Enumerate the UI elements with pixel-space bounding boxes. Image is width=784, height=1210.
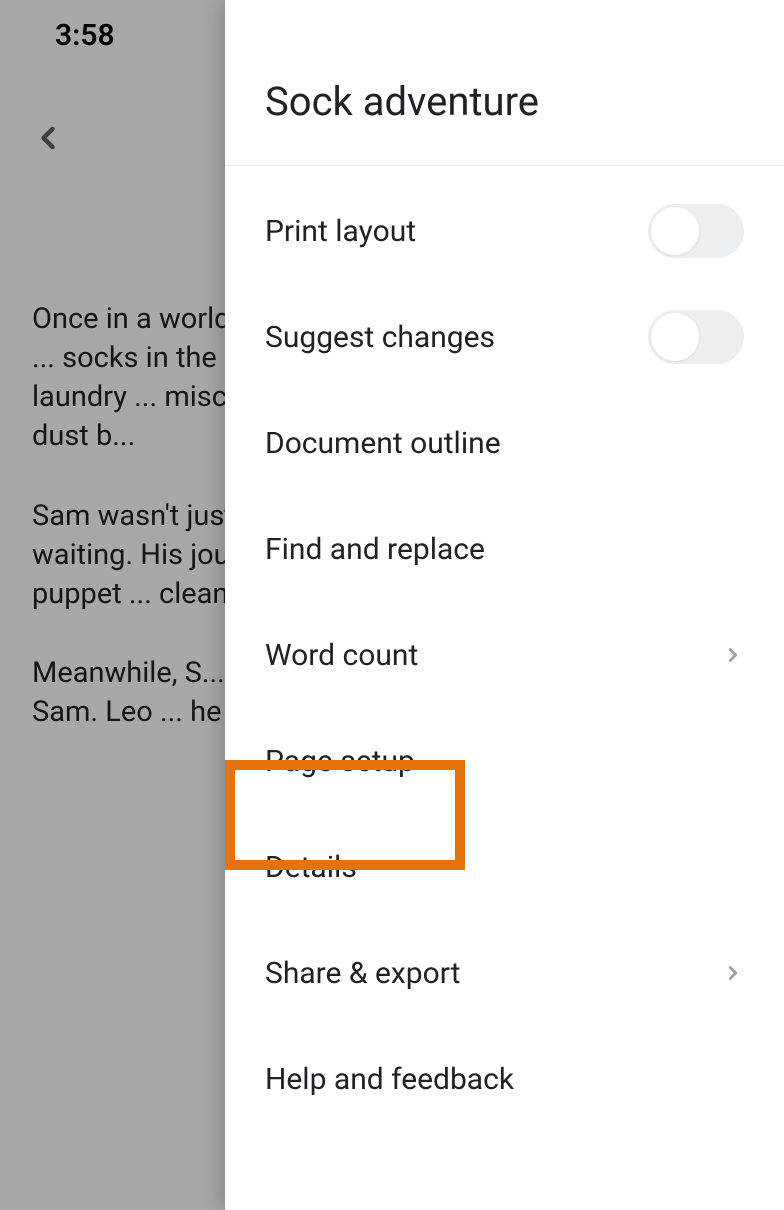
suggest-changes-toggle[interactable] <box>648 310 744 364</box>
print-layout-toggle[interactable] <box>648 204 744 258</box>
menu-item-details[interactable]: Details <box>225 814 784 920</box>
chevron-right-icon <box>722 962 744 984</box>
panel-header: Sock adventure <box>225 0 784 166</box>
menu-label: Details <box>265 850 357 885</box>
menu-item-share-and-export[interactable]: Share & export <box>225 920 784 1026</box>
status-time: 3:58 <box>55 18 115 53</box>
side-panel: Sock adventure Print layout Suggest chan… <box>225 0 784 1210</box>
menu-item-find-and-replace[interactable]: Find and replace <box>225 496 784 602</box>
menu-label: Word count <box>265 638 418 673</box>
menu-label: Suggest changes <box>265 320 495 355</box>
menu-item-suggest-changes[interactable]: Suggest changes <box>225 284 784 390</box>
menu-label: Share & export <box>265 956 460 991</box>
dimmed-overlay[interactable] <box>0 0 225 1210</box>
panel-title: Sock adventure <box>265 78 744 125</box>
menu-item-page-setup[interactable]: Page setup <box>225 708 784 814</box>
menu-item-document-outline[interactable]: Document outline <box>225 390 784 496</box>
menu-item-word-count[interactable]: Word count <box>225 602 784 708</box>
menu-list: Print layout Suggest changes Document ou… <box>225 166 784 1132</box>
menu-item-print-layout[interactable]: Print layout <box>225 178 784 284</box>
menu-label: Print layout <box>265 214 416 249</box>
chevron-right-icon <box>722 644 744 666</box>
menu-label: Help and feedback <box>265 1062 514 1097</box>
toggle-knob <box>651 313 699 361</box>
toggle-knob <box>651 207 699 255</box>
menu-label: Find and replace <box>265 532 485 567</box>
menu-label: Page setup <box>265 744 415 779</box>
menu-item-help-and-feedback[interactable]: Help and feedback <box>225 1026 784 1132</box>
menu-label: Document outline <box>265 426 501 461</box>
